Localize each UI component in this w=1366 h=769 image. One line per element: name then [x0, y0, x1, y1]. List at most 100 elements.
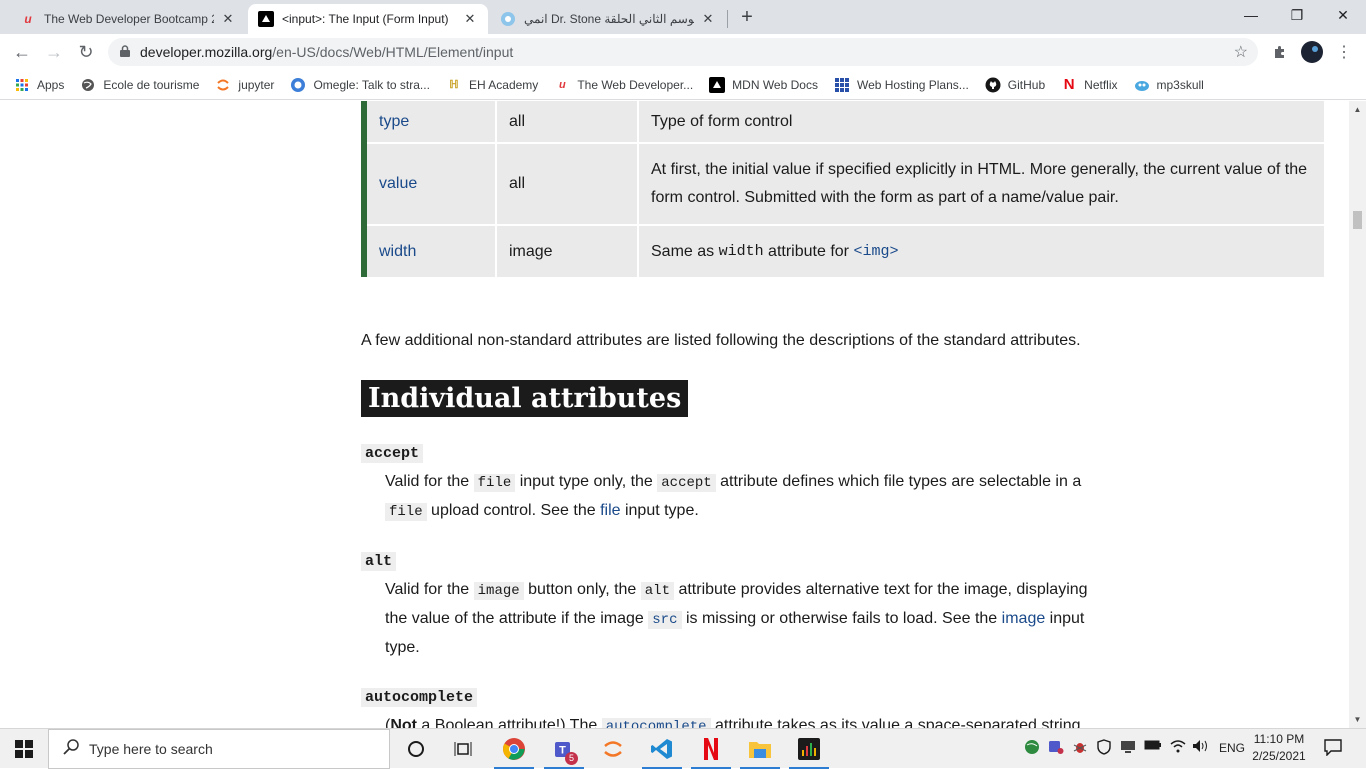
- tab-dr-stone[interactable]: انمي Dr. Stone الموسم الثاني الحلقة ✕: [490, 4, 726, 34]
- attr-name-link[interactable]: type: [367, 101, 497, 142]
- text: Valid for the: [385, 581, 474, 598]
- text: attribute provides alternative text for …: [674, 581, 1088, 598]
- netflix-icon: N: [1063, 76, 1075, 93]
- bookmark-github[interactable]: GitHub: [985, 77, 1045, 93]
- close-tab-icon[interactable]: ✕: [462, 11, 478, 27]
- text: attribute takes as its value a space-sep…: [710, 717, 1081, 728]
- bookmark-label: MDN Web Docs: [732, 77, 818, 92]
- bookmark-label: mp3skull: [1156, 77, 1204, 92]
- extensions-puzzle-icon[interactable]: [1266, 38, 1294, 66]
- bookmark-omegle[interactable]: Omegle: Talk to stra...: [290, 77, 430, 93]
- close-tab-icon[interactable]: ✕: [700, 11, 716, 27]
- jupyter-taskbar-icon[interactable]: [591, 732, 635, 766]
- chrome-taskbar-icon[interactable]: [492, 732, 536, 769]
- src-attr-link[interactable]: src: [648, 611, 682, 629]
- bookmark-jupyter[interactable]: jupyter: [215, 77, 274, 93]
- bookmark-label: jupyter: [238, 77, 275, 92]
- bookmark-web-developer[interactable]: u The Web Developer...: [554, 77, 693, 93]
- browser-toolbar: ← → ↻ developer.mozilla.org/en-US/docs/W…: [0, 34, 1366, 70]
- address-bar[interactable]: developer.mozilla.org/en-US/docs/Web/HTM…: [108, 38, 1258, 66]
- attr-name[interactable]: width: [379, 238, 416, 266]
- file-explorer-taskbar-icon[interactable]: [738, 732, 782, 769]
- image-input-link[interactable]: image: [1002, 610, 1046, 627]
- cortana-icon[interactable]: [394, 732, 438, 766]
- attr-name[interactable]: value: [379, 170, 417, 198]
- bookmark-netflix[interactable]: N Netflix: [1061, 76, 1118, 93]
- teams-taskbar-icon[interactable]: T 5: [542, 732, 586, 769]
- attributes-table: type all Type of form control value all …: [361, 101, 1324, 277]
- lock-icon: [120, 44, 130, 60]
- shield-tray-icon[interactable]: [1096, 739, 1112, 758]
- tab-title: انمي Dr. Stone الموسم الثاني الحلقة: [524, 12, 694, 26]
- attr-name-link[interactable]: value: [367, 144, 497, 224]
- star-bookmark-icon[interactable]: ☆: [1234, 42, 1248, 62]
- table-row: type all Type of form control: [367, 101, 1324, 144]
- volume-tray-icon[interactable]: [1192, 739, 1210, 756]
- profile-avatar[interactable]: [1298, 38, 1326, 66]
- desc-line: (Not a Boolean attribute!) The autocompl…: [385, 712, 1095, 728]
- wifi-tray-icon[interactable]: [1170, 739, 1186, 756]
- text: button only, the: [523, 581, 641, 598]
- autocomplete-link[interactable]: autocomplete: [601, 718, 711, 728]
- bookmark-mdn-web-docs[interactable]: MDN Web Docs: [709, 76, 818, 93]
- attr-name[interactable]: type: [379, 108, 409, 136]
- audio-app-taskbar-icon[interactable]: [787, 732, 831, 769]
- windows-start-icon[interactable]: [2, 732, 46, 766]
- term-accept[interactable]: accept: [361, 444, 424, 463]
- back-arrow-icon[interactable]: ←: [8, 38, 36, 66]
- desc-line: file upload control. See the file input …: [385, 497, 1095, 526]
- menu-kebab-icon[interactable]: ⋮: [1330, 38, 1358, 66]
- attr-applies: image: [497, 226, 639, 277]
- bookmark-mp3skull[interactable]: mp3skull: [1134, 77, 1204, 93]
- task-view-icon[interactable]: [441, 732, 485, 766]
- battery-tray-icon[interactable]: [1144, 739, 1162, 754]
- bold-text: Not: [390, 717, 417, 728]
- vscode-taskbar-icon[interactable]: [640, 732, 684, 769]
- reload-icon[interactable]: ↻: [72, 38, 100, 66]
- minimize-button[interactable]: —: [1228, 0, 1274, 30]
- file-input-link[interactable]: file: [600, 502, 620, 519]
- new-tab-button[interactable]: +: [733, 3, 761, 31]
- bookmark-label: Web Hosting Plans...: [856, 77, 969, 92]
- bookmark-apps[interactable]: Apps: [14, 77, 64, 93]
- network-globe-tray-icon[interactable]: [1024, 739, 1040, 758]
- table-row: value all At first, the initial value if…: [367, 144, 1324, 226]
- clock[interactable]: 11:10 PM 2/25/2021: [1248, 731, 1310, 765]
- teams-tray-icon[interactable]: [1048, 739, 1064, 758]
- teams-badge: 5: [565, 752, 578, 765]
- desc-line: Valid for the image button only, the alt…: [385, 576, 1095, 605]
- github-icon: [985, 77, 1001, 93]
- img-element-link[interactable]: <img>: [853, 238, 898, 266]
- language-indicator[interactable]: ENG: [1219, 741, 1245, 755]
- close-tab-icon[interactable]: ✕: [220, 11, 236, 27]
- bookmark-label: Apps: [37, 77, 65, 92]
- scrollbar-thumb[interactable]: [1353, 211, 1362, 229]
- netflix-taskbar-icon[interactable]: [689, 732, 733, 769]
- bug-tray-icon[interactable]: [1072, 739, 1088, 758]
- display-tray-icon[interactable]: [1120, 739, 1136, 758]
- bookmark-label: Ecole de tourisme: [103, 77, 200, 92]
- term-autocomplete[interactable]: autocomplete: [361, 688, 478, 707]
- forward-arrow-icon[interactable]: →: [40, 38, 68, 66]
- vertical-scrollbar[interactable]: ▲ ▼: [1349, 101, 1366, 728]
- scroll-down-arrow-icon[interactable]: ▼: [1349, 711, 1366, 728]
- taskbar-search-box[interactable]: Type here to search: [48, 729, 390, 769]
- attr-name-link[interactable]: width: [367, 226, 497, 277]
- bookmark-eh-academy[interactable]: ℍ EH Academy: [446, 77, 538, 93]
- bookmark-ecole-de-tourisme[interactable]: Ecole de tourisme: [80, 77, 199, 93]
- term-alt[interactable]: alt: [361, 552, 397, 571]
- bookmark-web-hosting-plans[interactable]: Web Hosting Plans...: [834, 77, 969, 93]
- tab-web-developer-bootcamp[interactable]: u The Web Developer Bootcamp 20 ✕: [10, 4, 246, 34]
- maximize-button[interactable]: ❐: [1274, 0, 1320, 30]
- table-row: width image Same as width attribute for …: [367, 226, 1324, 277]
- tab-title: The Web Developer Bootcamp 20: [44, 12, 214, 26]
- bookmark-label: Netflix: [1084, 77, 1118, 92]
- scroll-up-arrow-icon[interactable]: ▲: [1349, 101, 1366, 118]
- close-window-button[interactable]: ✕: [1320, 0, 1366, 30]
- accept-description: Valid for the file input type only, the …: [385, 468, 1095, 526]
- url-path: /en-US/docs/Web/HTML/Element/input: [272, 44, 514, 60]
- attr-description: Type of form control: [651, 112, 793, 130]
- notification-center-icon[interactable]: [1324, 738, 1342, 759]
- globe-icon: [80, 77, 96, 93]
- tab-mdn-input[interactable]: <input>: The Input (Form Input) ✕: [248, 4, 488, 34]
